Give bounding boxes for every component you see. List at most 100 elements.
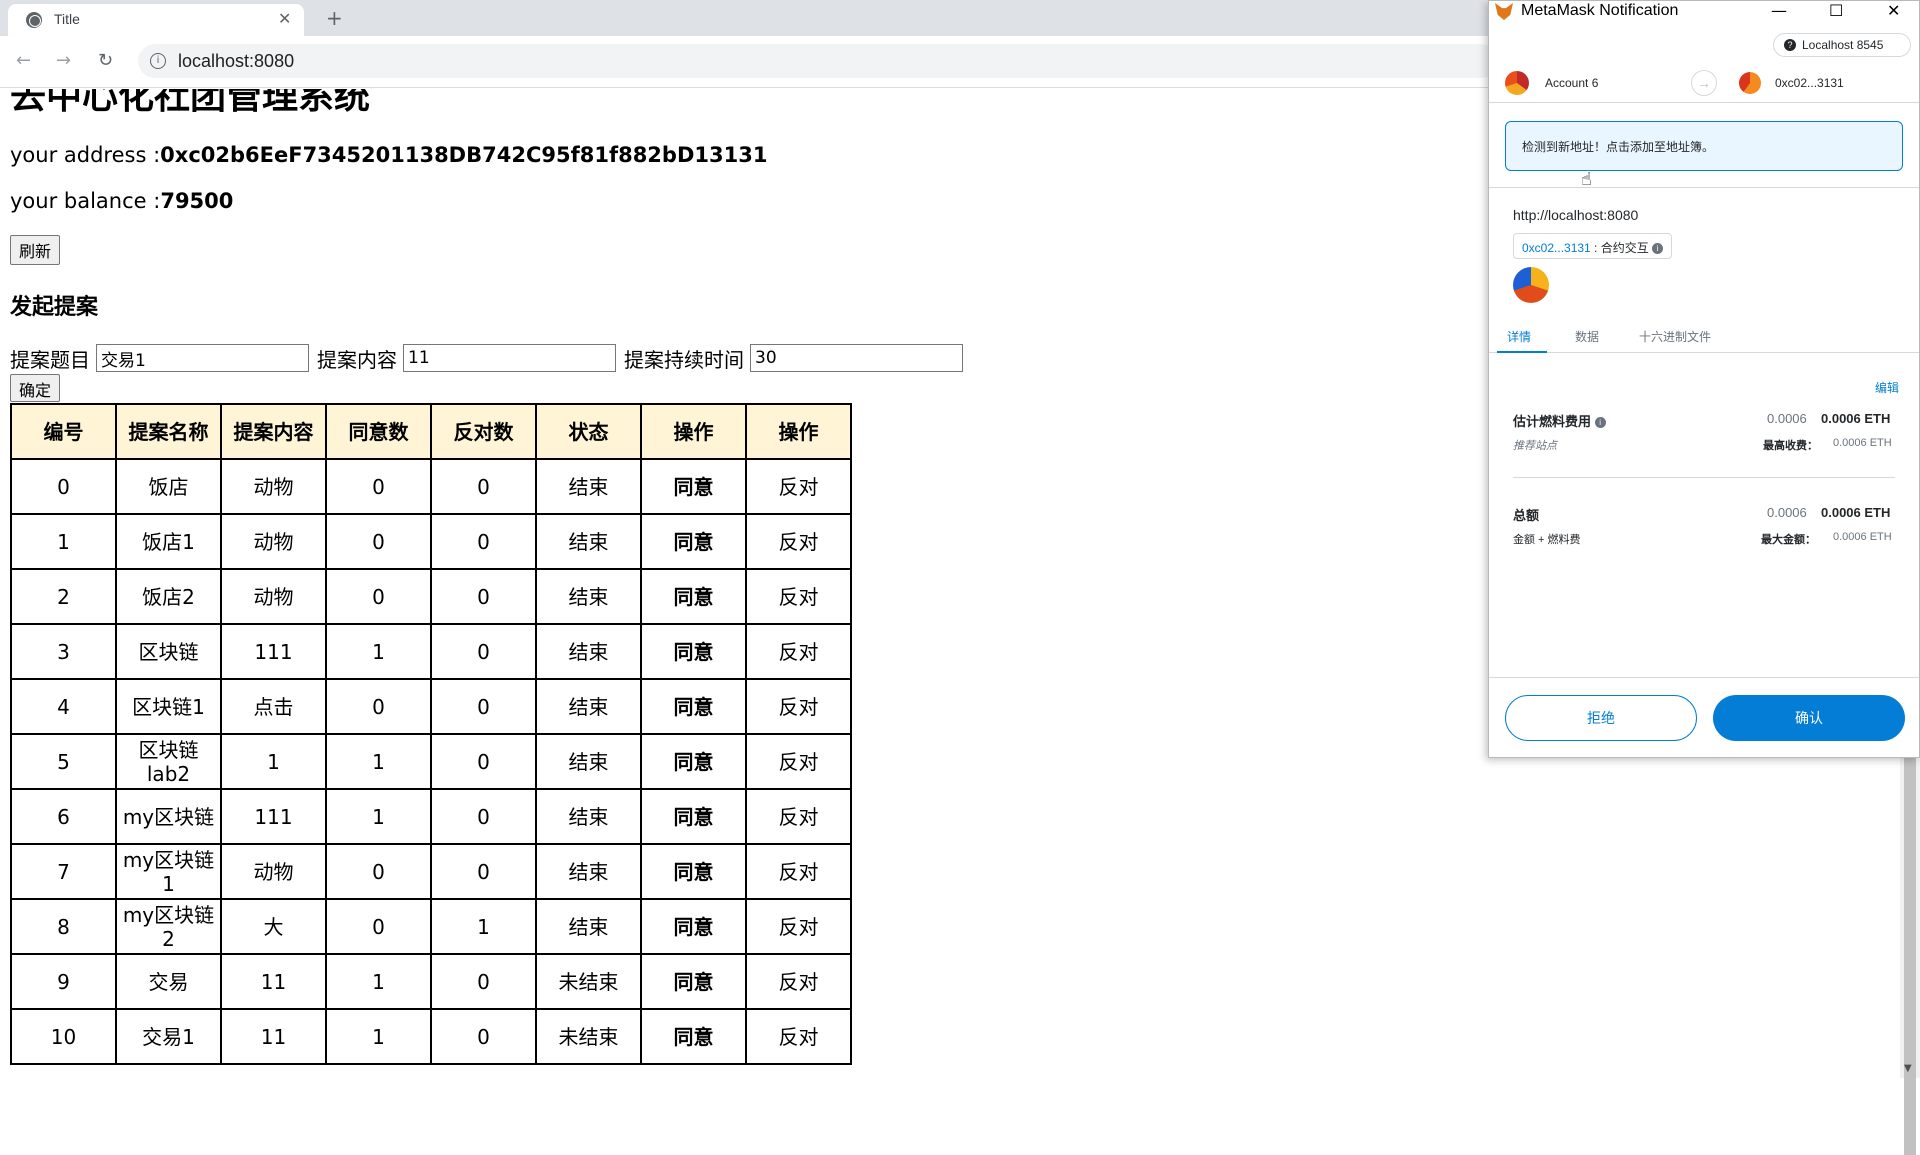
reject-button[interactable]: 拒绝 — [1505, 695, 1697, 741]
balance-line: your balance :79500 — [10, 189, 233, 213]
cell-content: 1 — [220, 733, 327, 790]
header-action-agree: 操作 — [640, 403, 747, 460]
oppose-button[interactable]: 反对 — [745, 513, 852, 570]
proposal-duration-input[interactable] — [750, 344, 963, 372]
proposal-title-input[interactable] — [96, 344, 309, 372]
cell-oppose-count: 0 — [430, 513, 537, 570]
new-tab-icon[interactable]: + — [326, 6, 343, 30]
oppose-button[interactable]: 反对 — [745, 953, 852, 1010]
from-account-name: Account 6 — [1545, 76, 1599, 90]
oppose-button[interactable]: 反对 — [745, 898, 852, 955]
confirm-button[interactable]: 确定 — [10, 374, 61, 402]
oppose-button[interactable]: 反对 — [745, 733, 852, 790]
cell-id: 3 — [10, 623, 117, 680]
oppose-button[interactable]: 反对 — [745, 843, 852, 900]
back-arrow-icon[interactable]: ← — [16, 50, 31, 71]
network-selector[interactable]: ? Localhost 8545 — [1773, 33, 1911, 57]
active-tab-indicator — [1497, 351, 1547, 353]
cell-oppose-count: 0 — [430, 568, 537, 625]
url-text: localhost:8080 — [178, 51, 295, 71]
header-content: 提案内容 — [220, 403, 327, 460]
scrollbar-thumb[interactable] — [1904, 755, 1916, 1155]
divider — [1489, 187, 1919, 188]
agree-button[interactable]: 同意 — [640, 568, 747, 625]
tab-data[interactable]: 数据 — [1575, 328, 1599, 345]
cell-content: 大 — [220, 898, 327, 955]
forward-arrow-icon[interactable]: → — [56, 50, 71, 71]
new-address-notice[interactable]: 检测到新地址！点击添加至地址簿。 — [1505, 121, 1903, 171]
table-row: 4 区块链1 点击 0 0 结束 同意 反对 — [10, 678, 852, 735]
gas-fee-eth-value: 0.0006 ETH — [1821, 411, 1891, 426]
maximize-icon[interactable]: ☐ — [1829, 1, 1843, 20]
cell-status: 结束 — [535, 788, 642, 845]
metamask-confirm-button[interactable]: 确认 — [1713, 695, 1905, 741]
table-row: 3 区块链 111 1 0 结束 同意 反对 — [10, 623, 852, 680]
table-row: 6 my区块链 111 1 0 结束 同意 反对 — [10, 788, 852, 845]
agree-button[interactable]: 同意 — [640, 898, 747, 955]
address-value: 0xc02b6EeF7345201138DB742C95f81f882bD131… — [160, 143, 768, 167]
close-window-icon[interactable]: ✕ — [1887, 1, 1900, 20]
agree-button[interactable]: 同意 — [640, 843, 747, 900]
cell-agree-count: 1 — [325, 788, 432, 845]
tab-hex[interactable]: 十六进制文件 — [1639, 328, 1711, 345]
header-status: 状态 — [535, 403, 642, 460]
cell-agree-count: 0 — [325, 568, 432, 625]
proposal-title-label: 提案题目 — [10, 347, 90, 372]
cell-agree-count: 1 — [325, 733, 432, 790]
contract-action-label: : 合约交互 — [1590, 241, 1649, 255]
edit-link[interactable]: 编辑 — [1875, 379, 1899, 396]
address-label: your address : — [10, 143, 161, 167]
close-tab-icon[interactable]: ✕ — [278, 9, 291, 28]
oppose-button[interactable]: 反对 — [745, 678, 852, 735]
cell-oppose-count: 0 — [430, 623, 537, 680]
oppose-button[interactable]: 反对 — [745, 788, 852, 845]
header-oppose-count: 反对数 — [430, 403, 537, 460]
agree-button[interactable]: 同意 — [640, 458, 747, 515]
info-icon[interactable]: i — [1652, 243, 1664, 255]
agree-button[interactable]: 同意 — [640, 1008, 747, 1065]
minimize-icon[interactable]: — — [1771, 1, 1787, 20]
proposal-content-input[interactable] — [403, 344, 616, 372]
agree-button[interactable]: 同意 — [640, 513, 747, 570]
refresh-button[interactable]: 刷新 — [10, 235, 61, 265]
cell-id: 4 — [10, 678, 117, 735]
contract-interaction-chip: 0xc02...3131 : 合约交互 i — [1513, 233, 1673, 259]
total-label: 总额 — [1513, 508, 1540, 523]
oppose-button[interactable]: 反对 — [745, 458, 852, 515]
agree-button[interactable]: 同意 — [640, 953, 747, 1010]
agree-button[interactable]: 同意 — [640, 733, 747, 790]
oppose-button[interactable]: 反对 — [745, 1008, 852, 1065]
contract-address-link[interactable]: 0xc02...3131 — [1522, 241, 1591, 255]
agree-button[interactable]: 同意 — [640, 623, 747, 680]
cell-id: 2 — [10, 568, 117, 625]
browser-tab[interactable]: Title ✕ — [8, 4, 304, 36]
agree-button[interactable]: 同意 — [640, 678, 747, 735]
metamask-tabs: 详情 数据 十六进制文件 — [1489, 319, 1919, 353]
reload-icon[interactable]: ↻ — [98, 50, 113, 71]
gas-info-icon[interactable]: i — [1594, 417, 1606, 429]
cell-oppose-count: 0 — [430, 788, 537, 845]
cell-content: 11 — [220, 1008, 327, 1065]
from-account-avatar — [1505, 71, 1529, 95]
cell-status: 结束 — [535, 843, 642, 900]
table-row: 5 区块链lab2 1 1 0 结束 同意 反对 — [10, 733, 852, 790]
cell-name: my区块链1 — [115, 843, 222, 900]
address-bar[interactable]: i localhost:8080 — [138, 44, 1498, 78]
oppose-button[interactable]: 反对 — [745, 623, 852, 680]
cell-id: 1 — [10, 513, 117, 570]
oppose-button[interactable]: 反对 — [745, 568, 852, 625]
cell-status: 结束 — [535, 458, 642, 515]
cell-status: 结束 — [535, 898, 642, 955]
agree-button[interactable]: 同意 — [640, 788, 747, 845]
cell-status: 未结束 — [535, 953, 642, 1010]
to-address[interactable]: 0xc02...3131 — [1775, 76, 1844, 90]
site-info-icon[interactable]: i — [150, 53, 166, 69]
tab-details[interactable]: 详情 — [1507, 328, 1531, 345]
cell-agree-count: 1 — [325, 623, 432, 680]
gas-fee-value: 0.0006 — [1767, 411, 1807, 426]
cell-status: 结束 — [535, 513, 642, 570]
cell-name: my区块链 — [115, 788, 222, 845]
cell-content: 动物 — [220, 458, 327, 515]
scroll-down-icon[interactable]: ▼ — [1904, 1063, 1912, 1074]
cell-name: 饭店1 — [115, 513, 222, 570]
